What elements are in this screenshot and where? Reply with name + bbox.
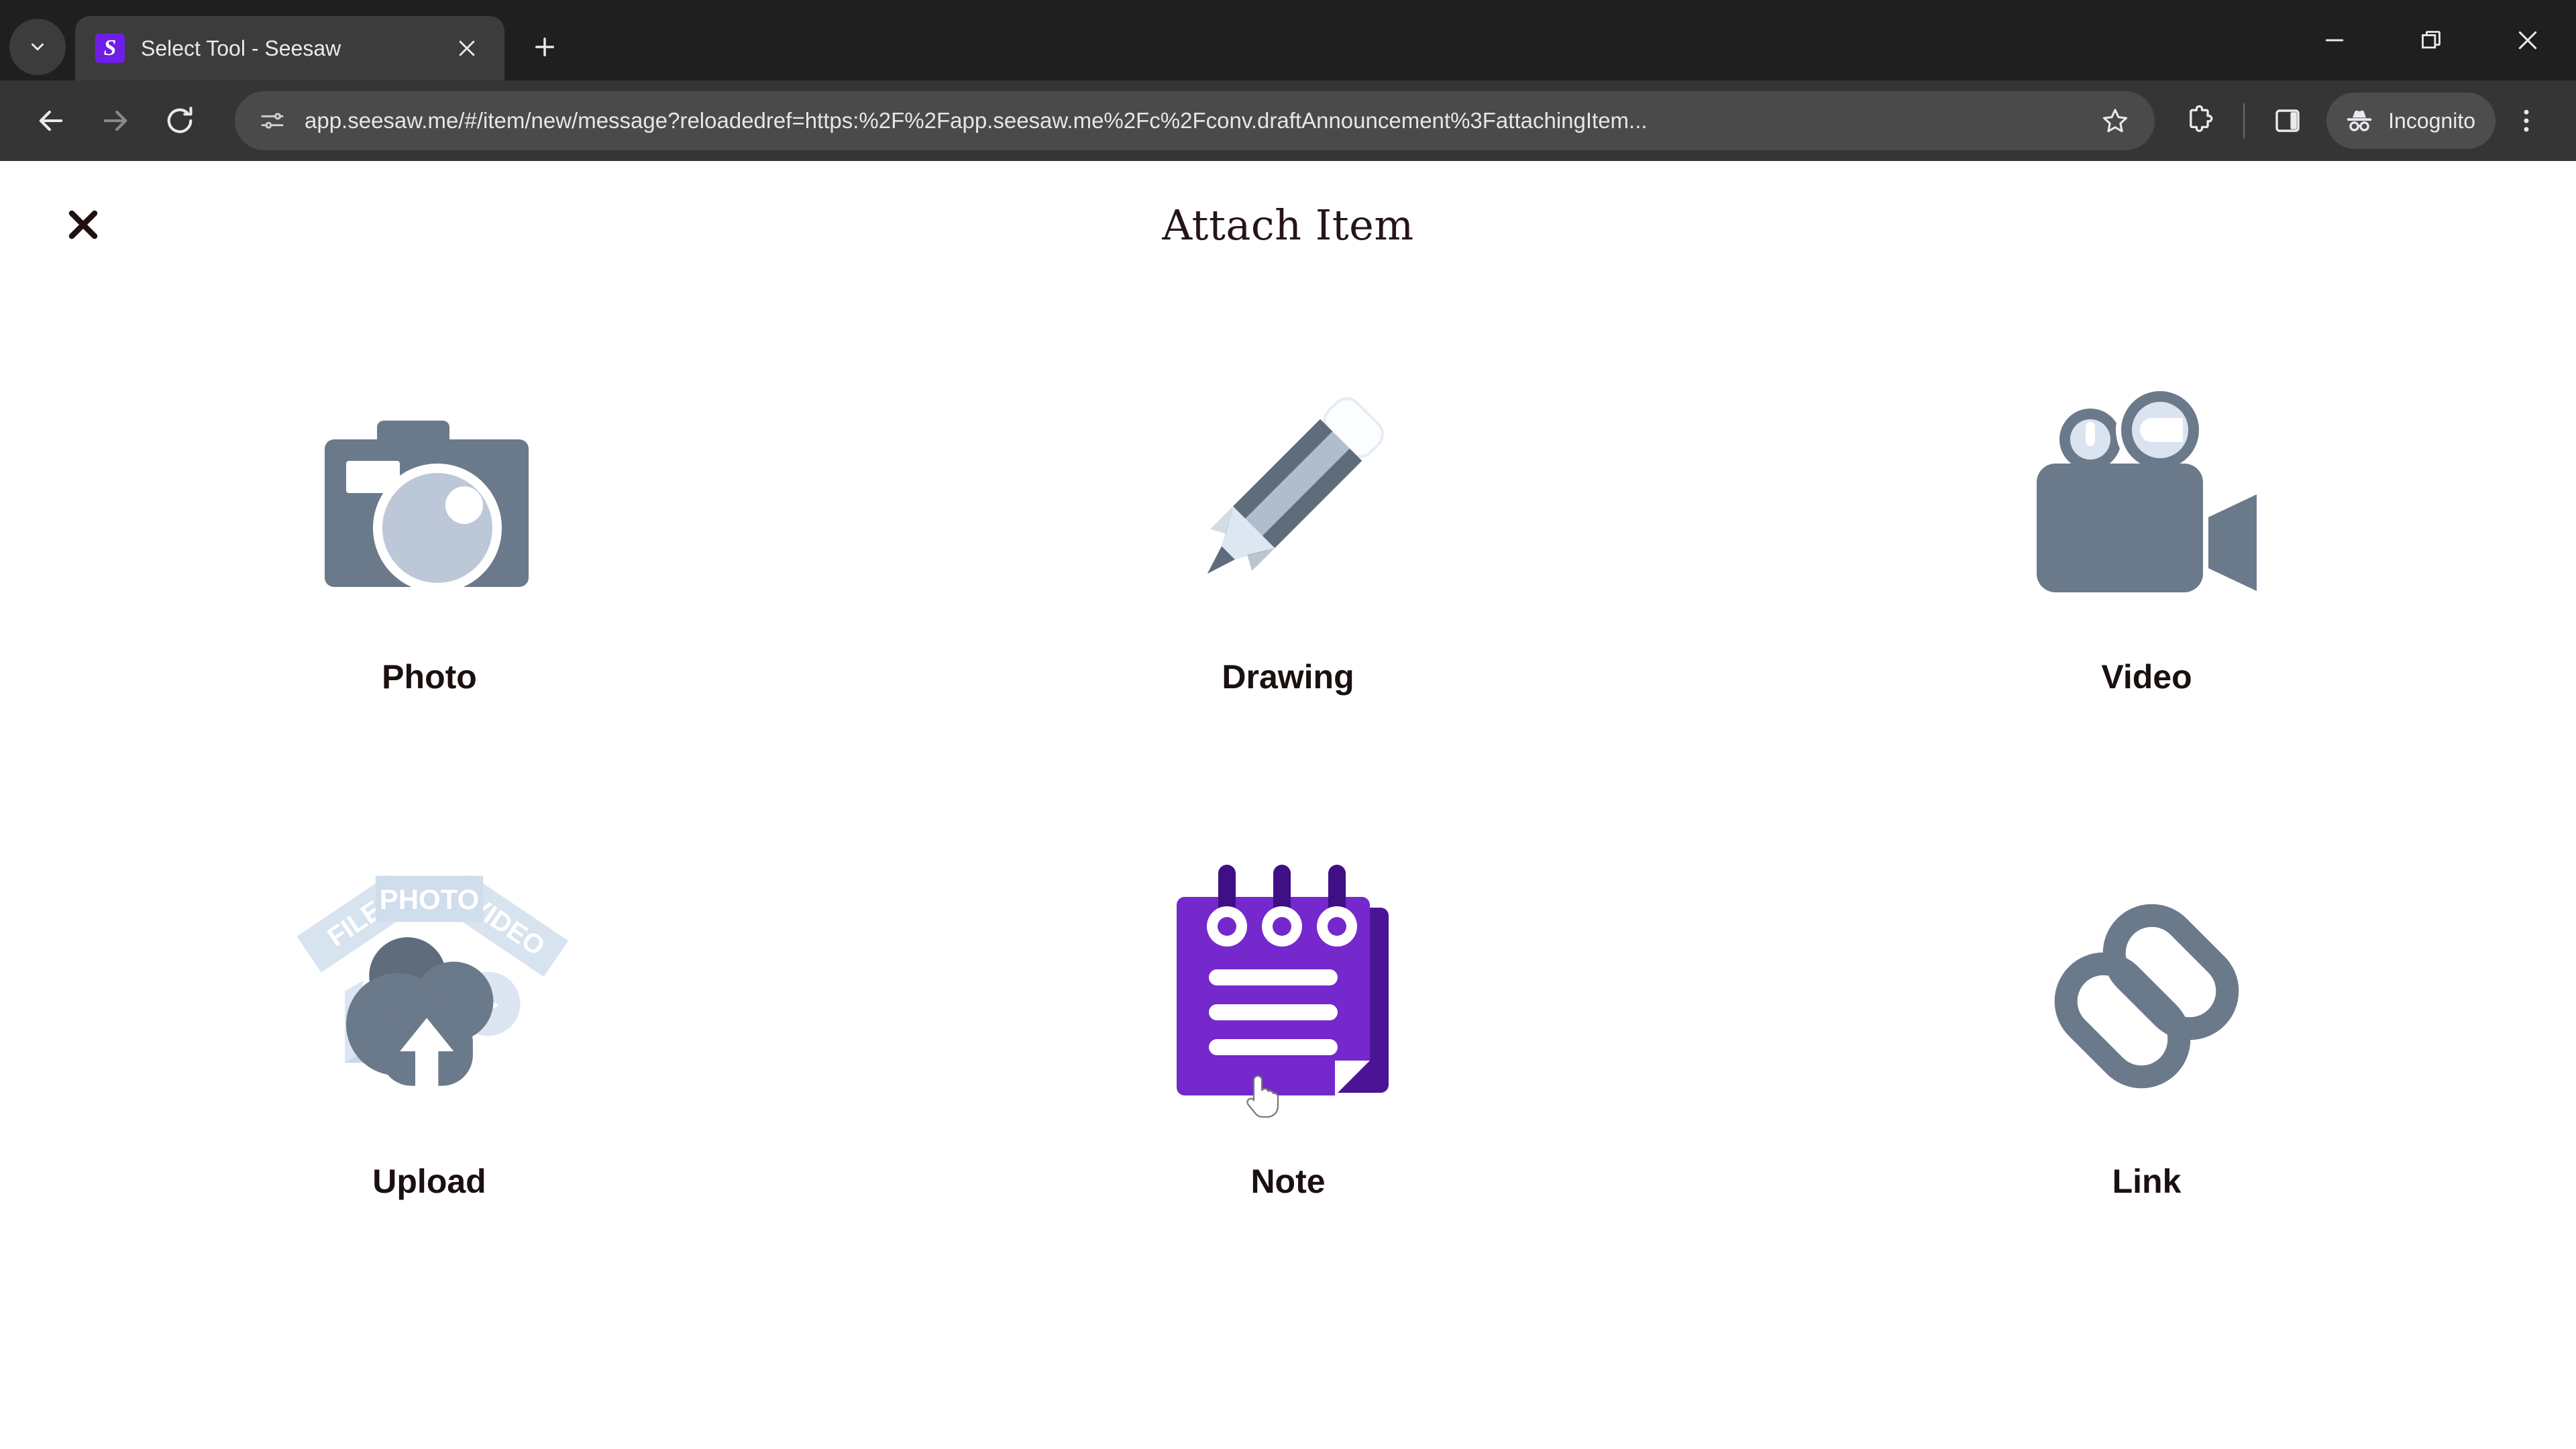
browser-toolbar: app.seesaw.me/#/item/new/message?reloade… [0, 80, 2576, 161]
close-dialog-button[interactable] [56, 198, 110, 252]
maximize-restore-button[interactable] [2383, 0, 2479, 80]
forward-button[interactable] [83, 89, 148, 153]
site-info-button[interactable] [255, 103, 290, 138]
back-arrow-icon [39, 110, 63, 131]
url-text: app.seesaw.me/#/item/new/message?reloade… [305, 108, 1648, 133]
tab-close-button[interactable] [448, 30, 486, 67]
extensions-button[interactable] [2169, 90, 2231, 152]
tune-icon [261, 113, 284, 129]
incognito-hat-icon [2347, 110, 2372, 131]
incognito-label: Incognito [2388, 108, 2475, 133]
favicon-letter: S [103, 36, 117, 60]
forward-arrow-icon [103, 110, 127, 131]
video-camera-icon [1992, 335, 2301, 651]
tool-label: Drawing [1222, 658, 1354, 696]
back-button[interactable] [19, 89, 83, 153]
browser-menu-button[interactable] [2496, 90, 2557, 152]
tool-label: Link [2112, 1163, 2182, 1200]
three-dot-menu-icon [2524, 109, 2529, 132]
chain-link-icon [1992, 845, 2301, 1147]
toolbar-divider [2243, 103, 2245, 138]
extensions-puzzle-icon [2190, 105, 2213, 132]
pencil-icon [1134, 335, 1442, 651]
bookmark-button[interactable] [2094, 100, 2136, 142]
star-icon [2103, 109, 2128, 133]
restore-icon [2422, 31, 2440, 49]
incognito-indicator[interactable]: Incognito [2326, 93, 2496, 149]
window-controls [2286, 0, 2576, 80]
tool-grid: Photo Drawing Video FILE VIDEO PHOTO Upl… [0, 309, 2576, 1328]
notepad-icon [1134, 845, 1442, 1147]
close-icon [2518, 31, 2537, 50]
close-icon [68, 210, 98, 239]
browser-tab[interactable]: S Select Tool - Seesaw [75, 16, 504, 80]
new-tab-button[interactable] [519, 21, 570, 72]
chevron-down-icon [32, 43, 44, 51]
page-title: Attach Item [1162, 200, 1414, 250]
tab-search-button[interactable] [9, 19, 66, 75]
tool-option-photo[interactable]: Photo [0, 309, 859, 818]
side-panel-icon [2275, 109, 2300, 132]
tool-option-link[interactable]: Link [1717, 818, 2576, 1328]
tool-label: Video [2101, 658, 2192, 696]
tool-label: Note [1250, 1163, 1326, 1200]
tool-option-note[interactable]: Note [859, 818, 1717, 1328]
browser-window: S Select Tool - Seesaw app.seesaw.me/#/i… [0, 0, 2576, 1449]
plus-icon [535, 38, 554, 56]
side-panel-button[interactable] [2257, 90, 2318, 152]
reload-button[interactable] [148, 89, 212, 153]
upload-banner-photo-text: PHOTO [380, 883, 480, 915]
tool-label: Upload [372, 1163, 486, 1200]
address-bar[interactable]: app.seesaw.me/#/item/new/message?reloade… [235, 91, 2155, 150]
tool-option-upload[interactable]: FILE VIDEO PHOTO Upload [0, 818, 859, 1328]
seesaw-favicon: S [95, 34, 125, 63]
window-close-button[interactable] [2479, 0, 2576, 80]
cloud-upload-icon: FILE VIDEO PHOTO [275, 845, 584, 1147]
tab-strip: S Select Tool - Seesaw [0, 0, 2576, 80]
tool-option-drawing[interactable]: Drawing [859, 309, 1717, 818]
close-icon [459, 40, 475, 56]
reload-icon [167, 107, 193, 133]
page-header: Attach Item [0, 181, 2576, 268]
tool-option-video[interactable]: Video [1717, 309, 2576, 818]
minimize-icon [2325, 39, 2344, 42]
attach-item-page: Attach Item Photo Drawing Video FILE VID… [0, 161, 2576, 1449]
camera-icon [275, 335, 584, 651]
minimize-button[interactable] [2286, 0, 2383, 80]
tool-label: Photo [382, 658, 477, 696]
tab-title: Select Tool - Seesaw [141, 36, 341, 60]
